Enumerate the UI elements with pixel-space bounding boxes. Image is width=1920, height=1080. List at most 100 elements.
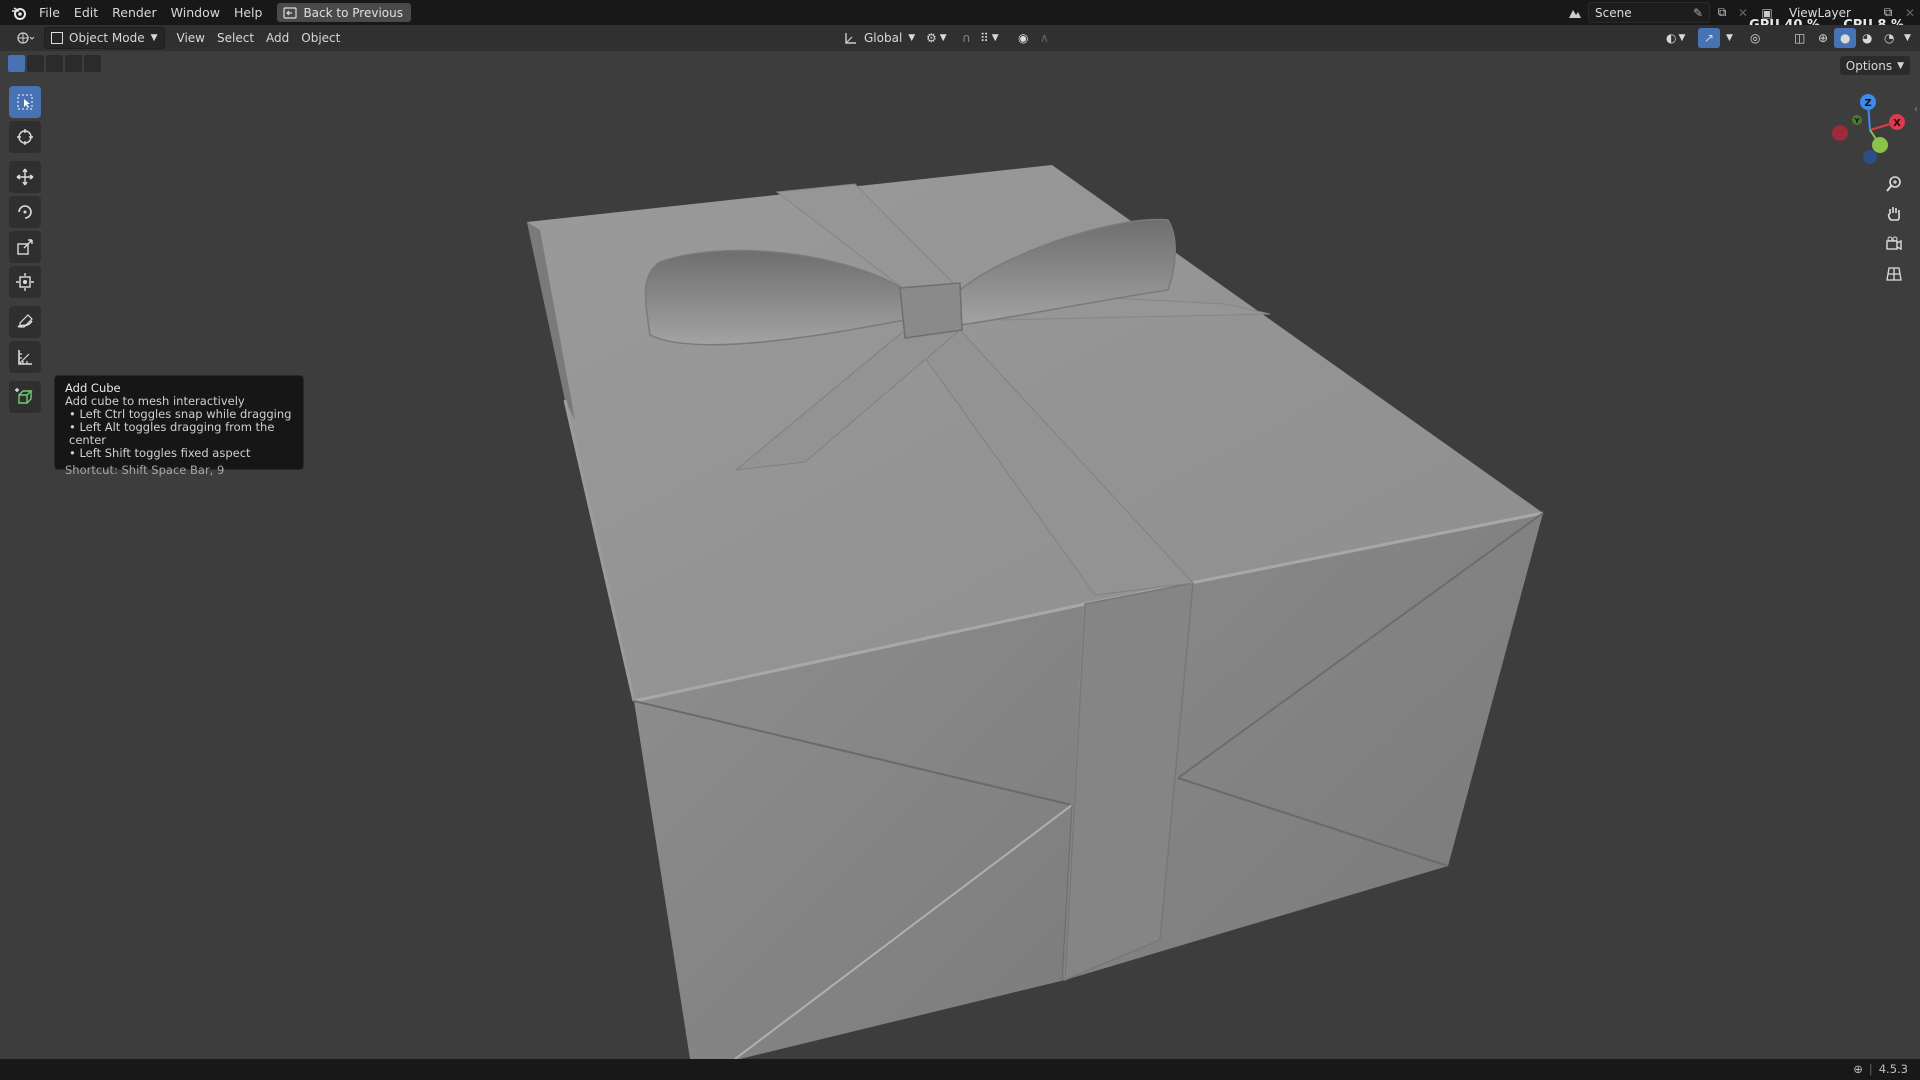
menu-select[interactable]: Select <box>211 28 260 48</box>
gizmo-neg-x[interactable] <box>1832 125 1848 141</box>
object-mode-icon <box>51 32 63 44</box>
camera-view-button[interactable] <box>1880 230 1908 258</box>
gizmo-neg-z[interactable] <box>1863 150 1877 164</box>
menu-window[interactable]: Window <box>164 0 227 25</box>
tool-rotate[interactable] <box>9 196 41 228</box>
add-cube-tooltip: Add Cube Add cube to mesh interactively … <box>54 375 304 477</box>
tool-annotate[interactable] <box>9 306 41 338</box>
chevron-down-icon: ▼ <box>150 33 158 43</box>
falloff-button[interactable]: ∧ <box>1034 28 1055 48</box>
measure-icon <box>18 350 32 365</box>
tool-transform[interactable] <box>9 266 41 298</box>
gizmo-toggle-button[interactable]: ↗ <box>1698 28 1720 48</box>
navigation-buttons <box>1880 170 1908 290</box>
menu-add[interactable]: Add <box>260 28 295 48</box>
snap-target-button[interactable]: ⠿ ▼ <box>974 28 1005 48</box>
falloff-curve-icon: ∧ <box>1040 31 1049 45</box>
cursor-icon <box>17 129 33 145</box>
hand-icon <box>1887 207 1901 221</box>
blender-logo-icon[interactable] <box>6 0 32 25</box>
gizmo-y[interactable] <box>1872 137 1888 153</box>
sidebar-toggle-icon[interactable]: ‹ <box>1914 104 1918 115</box>
pivot-icon: ⚙ <box>926 31 937 45</box>
editor-type-button[interactable] <box>10 28 40 48</box>
selection-mode-buttons <box>8 55 103 72</box>
navigation-gizmo[interactable]: X Y Z <box>1830 90 1910 170</box>
zoom-magnifier-icon <box>1886 176 1901 192</box>
tooltip-bullet: • Left Alt toggles dragging from the cen… <box>69 420 275 447</box>
back-to-previous-button[interactable]: Back to Previous <box>277 3 411 22</box>
object-mode-dropdown[interactable]: Object Mode ▼ <box>44 27 165 49</box>
transform-icon <box>16 273 34 291</box>
bow-knot <box>899 282 963 339</box>
tooltip-shortcut: Shortcut: Shift Space Bar, 9 <box>65 463 225 477</box>
perspective-toggle-button[interactable] <box>1880 260 1908 288</box>
overlays-icon: ◎ <box>1750 31 1761 45</box>
select-intersect-icon[interactable] <box>84 55 101 72</box>
wireframe-shading-button[interactable]: ⊕ <box>1812 28 1834 48</box>
menu-help[interactable]: Help <box>227 0 270 25</box>
tool-shelf <box>9 86 43 416</box>
menu-file[interactable]: File <box>32 0 67 25</box>
top-bar: File Edit Render Window Help Back to Pre… <box>0 0 1920 25</box>
tool-add-cube[interactable] <box>9 381 41 413</box>
select-extend-icon[interactable] <box>27 55 44 72</box>
orientation-axes-icon <box>845 33 856 44</box>
object-mode-label: Object Mode <box>69 31 145 45</box>
transform-orientation-dropdown[interactable]: Global ▼ <box>838 28 921 48</box>
scene-field[interactable]: Scene ✎ <box>1588 2 1710 23</box>
material-sphere-icon: ◕ <box>1862 31 1873 45</box>
menu-render[interactable]: Render <box>105 0 164 25</box>
options-label: Options <box>1845 58 1893 73</box>
select-invert-icon[interactable] <box>65 55 82 72</box>
select-subtract-icon[interactable] <box>46 55 63 72</box>
chevron-down-icon: ▼ <box>908 33 916 43</box>
3d-viewport[interactable] <box>0 51 1920 1059</box>
zoom-button[interactable] <box>1880 170 1908 198</box>
scene-selector-icon[interactable] <box>1562 6 1588 20</box>
solid-shading-button[interactable]: ● <box>1834 28 1857 48</box>
snap-grid-icon: ⠿ <box>980 31 989 45</box>
tool-scale[interactable] <box>9 231 41 263</box>
tool-select-box[interactable] <box>9 86 41 118</box>
status-bar: ⊕ | 4.5.3 <box>0 1059 1920 1080</box>
gizmo-x-label: X <box>1893 118 1901 129</box>
orientation-label: Global <box>864 31 903 45</box>
annotate-icon <box>17 314 33 328</box>
pan-button[interactable] <box>1880 200 1908 228</box>
camera-icon <box>1886 236 1902 251</box>
add-cube-icon <box>15 388 33 404</box>
tool-measure[interactable] <box>9 341 41 373</box>
menu-edit[interactable]: Edit <box>67 0 105 25</box>
overlays-button[interactable]: ◎ <box>1744 28 1766 48</box>
material-shading-button[interactable]: ◕ <box>1856 28 1878 48</box>
menu-view[interactable]: View <box>171 28 211 48</box>
scene-name: Scene <box>1595 5 1632 20</box>
menu-object[interactable]: Object <box>295 28 346 48</box>
options-dropdown[interactable]: Options ▼ <box>1839 56 1910 75</box>
xray-icon: ◫ <box>1794 31 1806 45</box>
gizmo-y-label: Y <box>1853 117 1860 125</box>
tooltip-bullet: • Left Shift toggles fixed aspect <box>69 446 251 460</box>
magnet-icon: ∩ <box>962 31 971 45</box>
pivot-point-button[interactable]: ⚙ ▼ <box>920 28 953 48</box>
select-box-icon <box>17 94 33 110</box>
scale-icon <box>17 239 33 255</box>
visibility-dropdown[interactable]: ◐ ▼ <box>1660 28 1691 48</box>
select-set-icon[interactable] <box>8 55 25 72</box>
move-icon <box>16 168 34 186</box>
globe-icon: ⊕ <box>1853 1062 1863 1076</box>
new-scene-icon[interactable]: ⧉ <box>1710 5 1734 20</box>
rotate-icon <box>18 205 32 219</box>
gizmo-dropdown[interactable]: ▼ <box>1720 28 1739 48</box>
pin-icon[interactable]: ✎ <box>1693 6 1703 20</box>
xray-toggle-button[interactable]: ◫ <box>1788 28 1811 48</box>
tool-move[interactable] <box>9 161 41 193</box>
gift-box-model[interactable] <box>0 51 1920 1059</box>
proportional-edit-button[interactable]: ◉ <box>1012 28 1034 48</box>
tool-cursor[interactable] <box>9 121 41 153</box>
version-number: 4.5.3 <box>1878 1062 1908 1076</box>
gizmo-icon: ↗ <box>1704 31 1715 45</box>
proportional-edit-icon: ◉ <box>1018 31 1029 45</box>
shading-dropdown[interactable]: ▼ <box>1898 28 1917 48</box>
